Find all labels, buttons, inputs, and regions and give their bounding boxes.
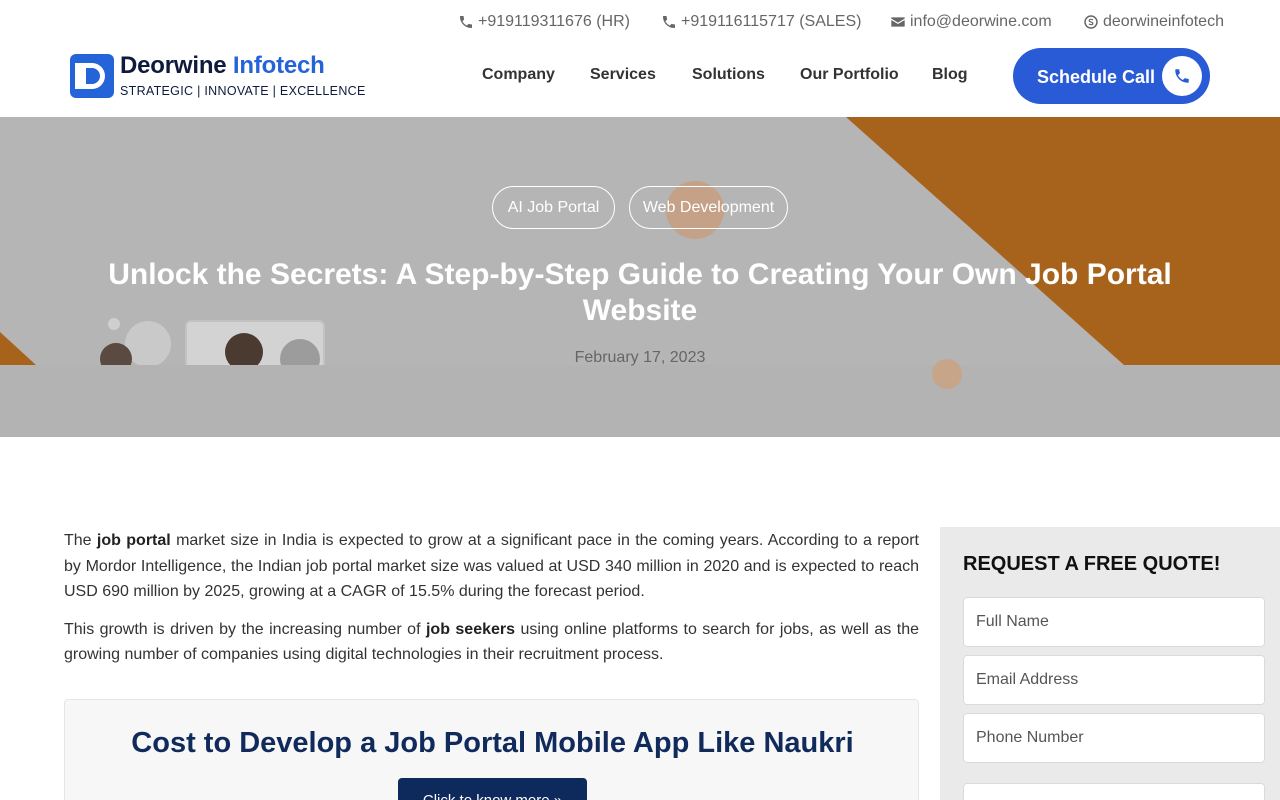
post-date: February 17, 2023: [574, 349, 706, 366]
nav-item-services[interactable]: Services: [590, 66, 656, 84]
hero-accent-shape: [846, 117, 1280, 365]
phone-icon: [458, 14, 474, 30]
logo-name-accent: Infotech: [232, 52, 325, 79]
article-body: The job portal market size in India is e…: [64, 528, 919, 680]
hero-bottom-band: [0, 365, 1280, 437]
top-contact-bar: +919119311676 (HR) +919116115717 (SALES)…: [0, 0, 1280, 44]
skype-text: deorwineinfotech: [1103, 13, 1224, 30]
promo-title: Cost to Develop a Job Portal Mobile App …: [131, 727, 854, 759]
next-form-field[interactable]: [963, 783, 1265, 800]
tag-ai-job-portal[interactable]: AI Job Portal: [492, 186, 615, 229]
phone-icon: [1162, 56, 1202, 96]
hr-phone-link[interactable]: +919119311676 (HR): [458, 13, 630, 31]
job-portal-keyword: job portal: [96, 532, 171, 549]
envelope-icon: [890, 14, 906, 30]
sales-phone-link[interactable]: +919116115717 (SALES): [661, 13, 861, 31]
promo-card: Cost to Develop a Job Portal Mobile App …: [64, 699, 919, 800]
email-input[interactable]: [963, 655, 1265, 705]
phone-icon: [661, 14, 677, 30]
nav-item-company[interactable]: Company: [482, 66, 555, 84]
email-link[interactable]: info@deorwine.com: [890, 13, 1052, 31]
site-logo[interactable]: Deorwine Infotech STRATEGIC | INNOVATE |…: [70, 52, 365, 100]
skype-link[interactable]: deorwineinfotech: [1083, 13, 1224, 31]
schedule-call-label: Schedule Call: [1037, 67, 1156, 87]
skype-icon: [1083, 14, 1099, 30]
hero-banner: AI Job Portal Web Development Unlock the…: [0, 117, 1280, 437]
phone-input[interactable]: [963, 713, 1265, 763]
sales-phone-text: +919116115717 (SALES): [681, 13, 862, 30]
logo-mark-icon: [70, 54, 114, 98]
email-text: info@deorwine.com: [910, 13, 1052, 30]
page-title: Unlock the Secrets: A Step-by-Step Guide…: [108, 258, 1172, 327]
nav-item-our-portfolio[interactable]: Our Portfolio: [800, 66, 899, 84]
quote-form-sidebar: REQUEST A FREE QUOTE!: [940, 527, 1280, 800]
schedule-call-button[interactable]: Schedule Call: [1013, 48, 1210, 104]
logo-name-dark: Deorwine: [120, 52, 227, 79]
nav-item-solutions[interactable]: Solutions: [692, 66, 765, 84]
tag-web-development[interactable]: Web Development: [629, 186, 788, 229]
logo-wordmark: Deorwine Infotech: [120, 52, 325, 80]
article-paragraph: This growth is driven by the increasing …: [64, 620, 919, 664]
full-name-input[interactable]: [963, 597, 1265, 647]
click-to-know-more-button[interactable]: Click to know more »: [398, 778, 587, 800]
nav-item-blog[interactable]: Blog: [932, 66, 968, 84]
job-seekers-keyword: job seekers: [425, 620, 516, 638]
hr-phone-text: +919119311676 (HR): [478, 13, 630, 30]
logo-tagline: STRATEGIC | INNOVATE | EXCELLENCE: [120, 84, 366, 98]
article-paragraph: The job portal market size in India is e…: [64, 532, 919, 600]
quote-form-title: REQUEST A FREE QUOTE!: [963, 553, 1221, 575]
